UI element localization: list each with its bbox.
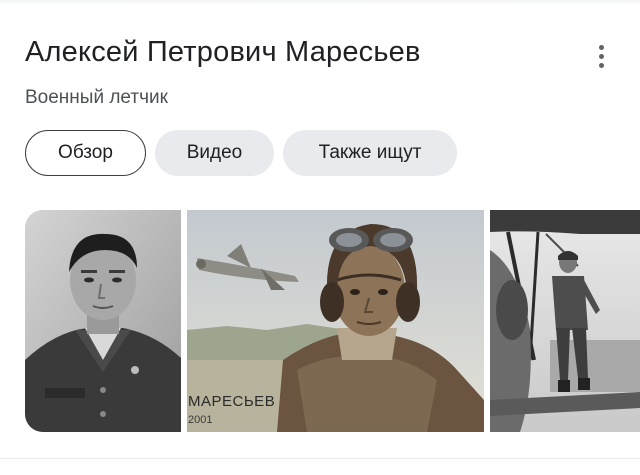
image-gallery: МАРЕСЬЕВ 2001 [25, 210, 640, 432]
portrait-photo-graphic [25, 210, 181, 432]
chip-overview[interactable]: Обзор [25, 130, 146, 176]
page-subtitle: Военный летчик [25, 87, 168, 108]
page-title: Алексей Петрович Маресьев [25, 36, 421, 68]
chip-videos[interactable]: Видео [155, 130, 274, 176]
top-divider [0, 0, 640, 5]
bottom-divider [0, 458, 640, 459]
stamp-year: 2001 [188, 414, 213, 426]
portrait-photo[interactable] [25, 210, 181, 432]
biplane-photo[interactable] [490, 210, 640, 432]
biplane-photo-graphic [490, 210, 640, 432]
chip-also-searched[interactable]: Также ищут [283, 130, 457, 176]
more-vert-icon[interactable] [588, 42, 614, 70]
stamp-image[interactable]: МАРЕСЬЕВ 2001 [187, 210, 484, 432]
stamp-caption: МАРЕСЬЕВ [188, 393, 276, 410]
